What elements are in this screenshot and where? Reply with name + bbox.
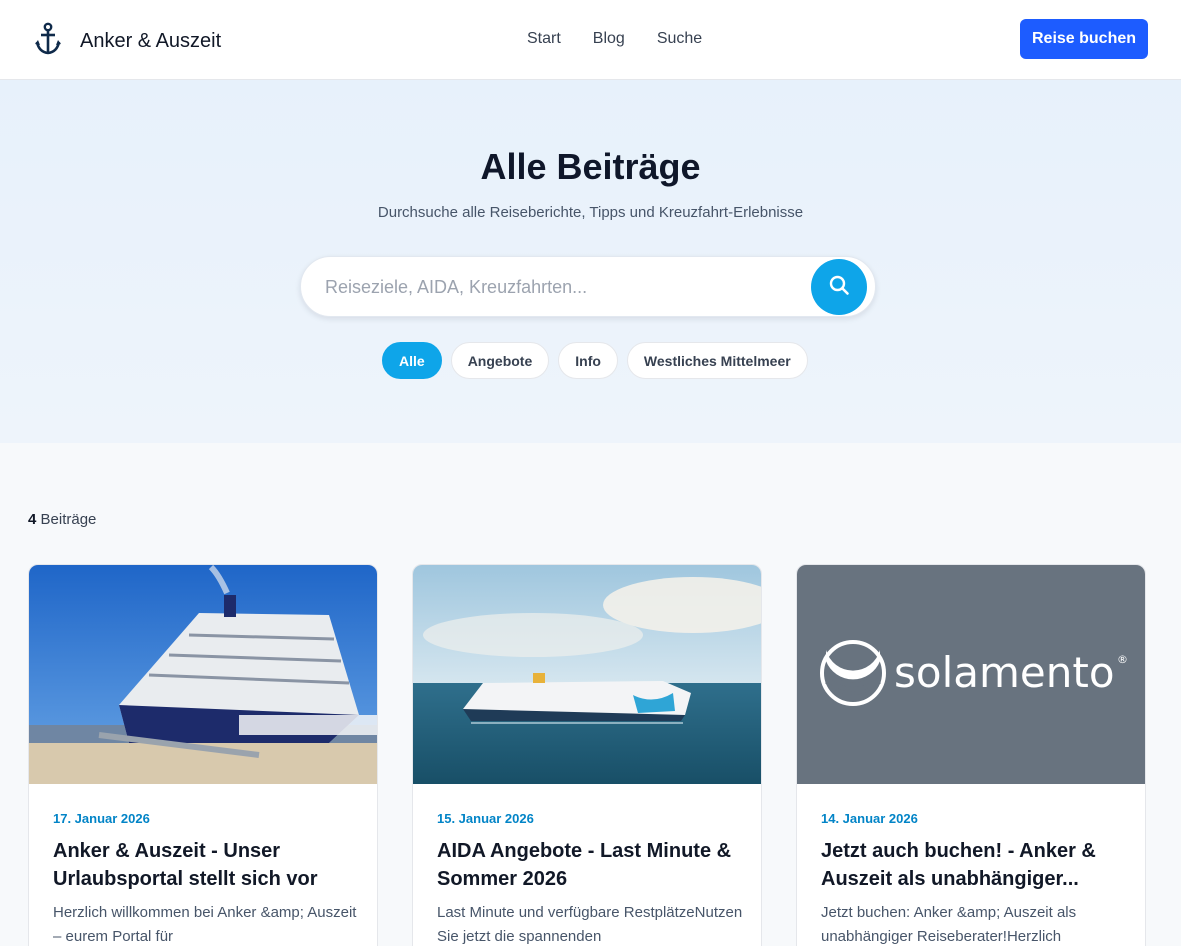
results-count-label: Beiträge (36, 511, 97, 528)
search-button[interactable] (811, 259, 867, 315)
results-count: 4 Beiträge (28, 511, 96, 528)
solamento-logo-text: solamento (894, 648, 1115, 697)
nav-item-blog[interactable]: Blog (593, 30, 625, 48)
anchor-icon (34, 22, 62, 61)
page-title: Alle Beiträge (480, 146, 701, 187)
book-trip-button[interactable]: Reise buchen (1020, 19, 1148, 59)
post-card[interactable]: solamento ® 14. Januar 2026 Jetzt auch b… (796, 564, 1146, 946)
post-title[interactable]: Anker & Auszeit - Unser Urlaubsportal st… (53, 837, 363, 893)
post-excerpt: Jetzt buchen: Anker &amp; Auszeit als un… (821, 904, 1077, 945)
filter-chip-alle[interactable]: Alle (382, 342, 442, 379)
hero-section: Alle Beiträge Durchsuche alle Reiseberic… (0, 80, 1181, 443)
post-date: 14. Januar 2026 (821, 811, 918, 826)
post-card[interactable]: 17. Januar 2026 Anker & Auszeit - Unser … (28, 564, 378, 946)
filter-chip-angebote[interactable]: Angebote (450, 342, 550, 379)
post-excerpt: Last Minute und verfügbare RestplätzeNut… (437, 904, 743, 945)
post-date: 17. Januar 2026 (53, 811, 150, 826)
brand-name: Anker & Auszeit (80, 30, 222, 52)
nav-item-start[interactable]: Start (527, 30, 561, 48)
filter-chip-info[interactable]: Info (558, 342, 618, 379)
post-title[interactable]: AIDA Angebote - Last Minute & Sommer 202… (437, 837, 747, 893)
filter-chip-westliches-mittelmeer[interactable]: Westliches Mittelmeer (626, 342, 808, 379)
search-input[interactable] (325, 271, 795, 303)
post-excerpt: Herzlich willkommen bei Anker &amp; Ausz… (53, 904, 357, 945)
aida-ship-at-sea-photo (413, 565, 761, 784)
search-icon (828, 274, 850, 301)
post-date: 15. Januar 2026 (437, 811, 534, 826)
solamento-logo: solamento ® (797, 565, 1145, 784)
category-filters: Alle Angebote Info Westliches Mittelmeer (382, 342, 808, 379)
post-title[interactable]: Jetzt auch buchen! - Anker & Auszeit als… (821, 837, 1131, 893)
post-card[interactable]: 15. Januar 2026 AIDA Angebote - Last Min… (412, 564, 762, 946)
nav-item-suche[interactable]: Suche (657, 30, 702, 48)
brand-logo[interactable]: Anker & Auszeit (34, 22, 221, 61)
cruise-ship-at-pier-photo (29, 565, 377, 784)
search-bar (300, 256, 876, 317)
main-nav: Start Blog Suche (527, 30, 702, 48)
page-subtitle: Durchsuche alle Reiseberichte, Tipps und… (377, 204, 804, 221)
site-header: Anker & Auszeit Start Blog Suche Reise b… (0, 0, 1181, 80)
svg-text:®: ® (1117, 653, 1128, 666)
